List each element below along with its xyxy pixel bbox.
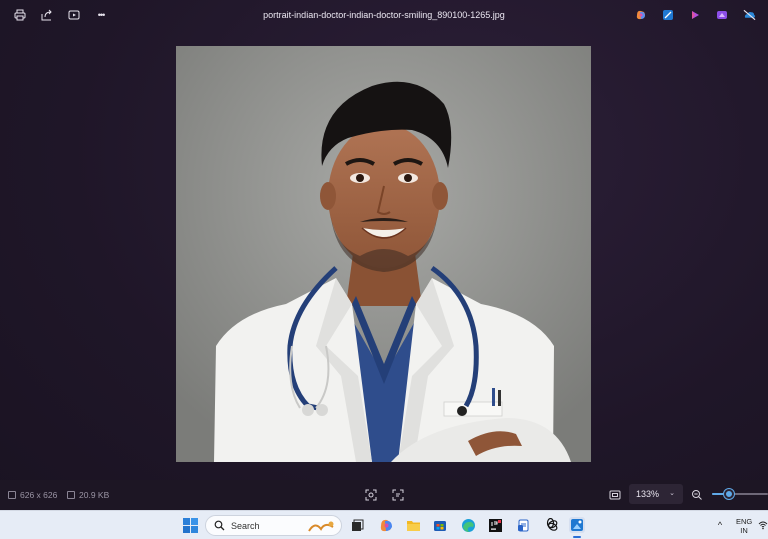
search-highlight-icon (308, 521, 334, 532)
zoom-level-text: 133% (636, 489, 660, 499)
dimensions-icon (8, 491, 16, 499)
active-app-indicator (573, 536, 581, 538)
jetbrains-icon[interactable] (487, 517, 503, 533)
windows-taskbar: Search ^ ENG IN (0, 510, 768, 539)
start-icon[interactable] (182, 517, 198, 533)
app-icon[interactable] (515, 517, 531, 533)
language-indicator[interactable]: ENG IN (736, 517, 752, 535)
copilot-icon[interactable] (634, 8, 647, 21)
save-size-icon (67, 491, 75, 499)
zoom-out-icon[interactable] (690, 488, 704, 502)
edge-icon[interactable] (460, 517, 476, 533)
taskbar-search-input[interactable]: Search (205, 515, 342, 536)
file-title: portrait-indian-doctor-indian-doctor-smi… (263, 10, 505, 20)
dimensions-text: 626 x 626 (20, 490, 58, 500)
search-placeholder: Search (231, 520, 260, 531)
zoom-slider-thumb[interactable] (723, 489, 734, 499)
file-explorer-icon[interactable] (405, 517, 421, 533)
lang-top: ENG (736, 517, 753, 526)
top-toolbar: ••• portrait-indian-doctor-indian-doctor… (0, 0, 768, 30)
zoom-slider[interactable] (712, 493, 768, 495)
dimensions-info: 626 x 626 (8, 490, 57, 500)
copilot-icon[interactable] (378, 517, 394, 533)
designer-icon[interactable] (715, 8, 728, 21)
chevron-down-icon: ⌄ (669, 490, 675, 497)
search-icon (214, 520, 225, 531)
text-recognition-icon[interactable] (391, 488, 405, 502)
store-icon[interactable] (432, 517, 448, 533)
chatgpt-icon[interactable] (542, 517, 558, 533)
clipchamp-icon[interactable] (688, 8, 701, 21)
photos-edit-icon[interactable] (661, 8, 674, 21)
wifi-icon[interactable] (758, 517, 768, 533)
photos-icon[interactable] (569, 517, 585, 533)
taskview-icon[interactable] (349, 517, 365, 533)
doctor-portrait-image (176, 46, 591, 462)
photos-app-window: ••• portrait-indian-doctor-indian-doctor… (0, 0, 768, 510)
tray-overflow-icon[interactable]: ^ (712, 517, 728, 533)
fit-to-window-icon[interactable] (608, 488, 622, 502)
filesize-text: 20.9 KB (79, 490, 110, 500)
photo-canvas[interactable] (176, 46, 591, 462)
zoom-level-dropdown[interactable]: 133% ⌄ (629, 484, 683, 504)
filesize-info: 20.9 KB (67, 490, 109, 500)
lang-bottom: IN (740, 526, 748, 535)
onedrive-icon[interactable] (743, 8, 756, 21)
visual-search-icon[interactable] (364, 488, 378, 502)
